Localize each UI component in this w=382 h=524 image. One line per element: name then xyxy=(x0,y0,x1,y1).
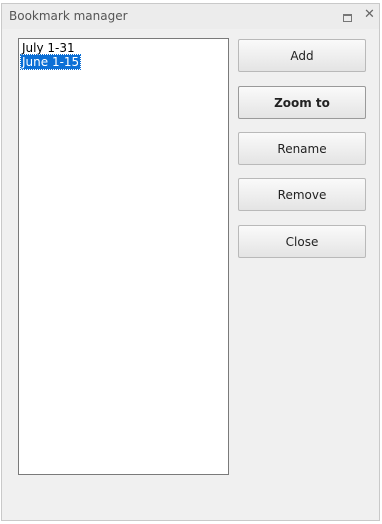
zoom-to-button[interactable]: Zoom to xyxy=(238,86,366,119)
close-icon[interactable]: ✕ xyxy=(364,8,375,22)
bookmark-item-june[interactable]: June 1-15 xyxy=(19,54,82,70)
add-button[interactable]: Add xyxy=(238,39,366,72)
bookmark-list[interactable]: July 1-31 June 1-15 xyxy=(18,38,229,475)
close-button[interactable]: Close xyxy=(238,225,366,258)
title-bar[interactable]: Bookmark manager ✕ xyxy=(2,4,379,29)
bookmark-manager-panel: Bookmark manager ✕ July 1-31 June 1-15 A… xyxy=(1,3,380,521)
window-title: Bookmark manager xyxy=(9,9,128,23)
rename-button[interactable]: Rename xyxy=(238,132,366,165)
bookmark-item-july[interactable]: July 1-31 xyxy=(21,41,76,55)
restore-icon[interactable] xyxy=(343,14,352,22)
remove-button[interactable]: Remove xyxy=(238,178,366,211)
